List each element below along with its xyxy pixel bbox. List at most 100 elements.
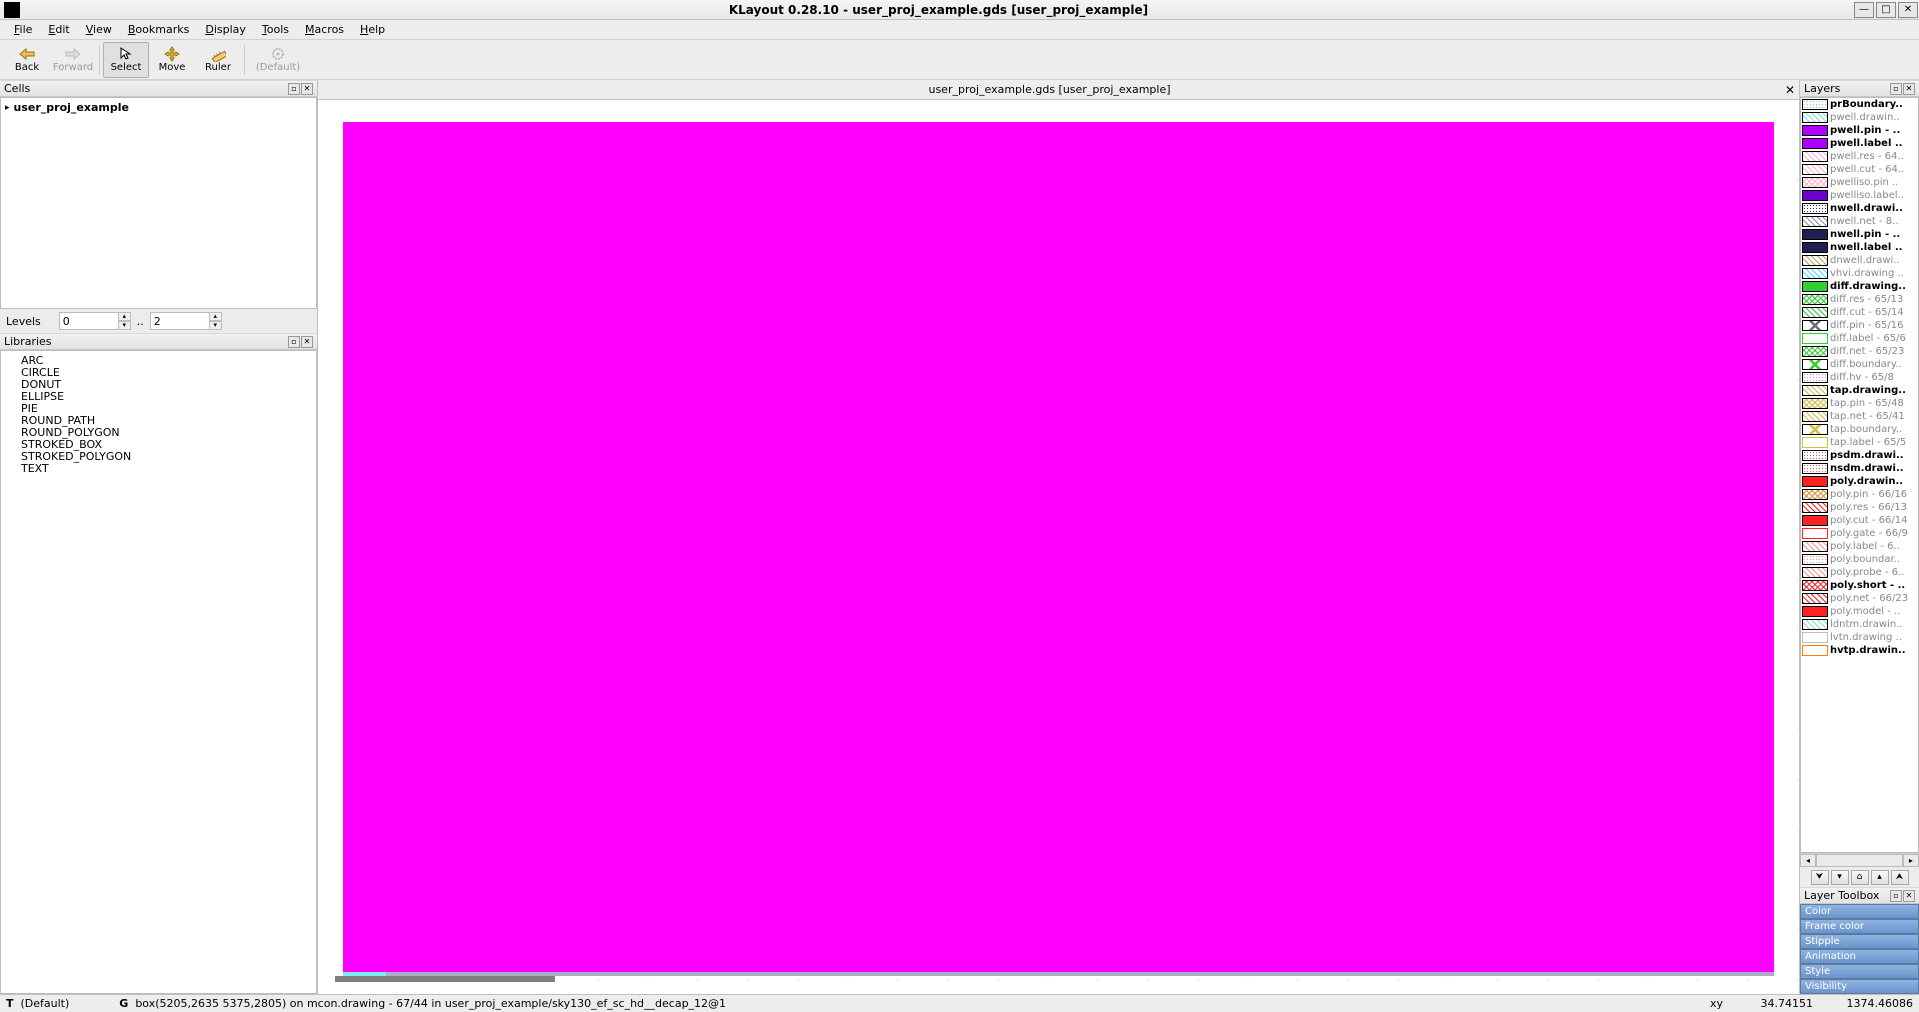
scroll-left-icon[interactable]: ◂ bbox=[1800, 854, 1816, 867]
layer-row[interactable]: nwell.label .. bbox=[1801, 241, 1918, 254]
layer-row[interactable]: pwelliso.pin .. bbox=[1801, 176, 1918, 189]
layer-row[interactable]: pwell.label .. bbox=[1801, 137, 1918, 150]
layer-row[interactable]: dnwell.drawi.. bbox=[1801, 254, 1918, 267]
nav-up-icon[interactable]: ▴ bbox=[1871, 870, 1889, 885]
toolbox-visibility-button[interactable]: Visibility bbox=[1800, 979, 1919, 994]
levels-from-spinner[interactable]: ▴▾ bbox=[59, 312, 131, 330]
select-button[interactable]: Select bbox=[103, 42, 149, 78]
menu-tools[interactable]: Tools bbox=[254, 21, 297, 38]
layer-row[interactable]: nwell.pin - .. bbox=[1801, 228, 1918, 241]
layer-row[interactable]: tap.drawing.. bbox=[1801, 384, 1918, 397]
forward-button[interactable]: Forward bbox=[50, 42, 96, 78]
layer-row[interactable]: pwell.drawin.. bbox=[1801, 111, 1918, 124]
menu-macros[interactable]: Macros bbox=[297, 21, 352, 38]
layer-row[interactable]: poly.model - .. bbox=[1801, 605, 1918, 618]
layer-row[interactable]: poly.gate - 66/9 bbox=[1801, 527, 1918, 540]
layer-row[interactable]: prBoundary.. bbox=[1801, 98, 1918, 111]
layer-row[interactable]: nwell.net - 8.. bbox=[1801, 215, 1918, 228]
back-button[interactable]: Back bbox=[4, 42, 50, 78]
spin-down-icon[interactable]: ▾ bbox=[118, 321, 131, 330]
tab-close-button[interactable]: ✕ bbox=[1781, 83, 1799, 97]
layer-row[interactable]: pwelliso.label.. bbox=[1801, 189, 1918, 202]
menu-help[interactable]: Help bbox=[352, 21, 393, 38]
layer-row[interactable]: nwell.drawi.. bbox=[1801, 202, 1918, 215]
layer-row[interactable]: diff.cut - 65/14 bbox=[1801, 306, 1918, 319]
spin-down-icon[interactable]: ▾ bbox=[209, 321, 222, 330]
levels-to-input[interactable] bbox=[150, 312, 210, 330]
layout-tab[interactable]: user_proj_example.gds [user_proj_example… bbox=[318, 81, 1781, 98]
layers-detach-button[interactable]: ▫ bbox=[1890, 83, 1902, 95]
library-item[interactable]: STROKED_POLYGON bbox=[7, 451, 310, 463]
toolbox-animation-button[interactable]: Animation bbox=[1800, 949, 1919, 964]
layer-row[interactable]: pwell.res - 64.. bbox=[1801, 150, 1918, 163]
ruler-button[interactable]: Ruler bbox=[195, 42, 241, 78]
libraries-list[interactable]: ARCCIRCLEDONUTELLIPSEPIEROUND_PATHROUND_… bbox=[0, 350, 317, 994]
layer-row[interactable]: pwell.cut - 64.. bbox=[1801, 163, 1918, 176]
layer-row[interactable]: poly.label - 6.. bbox=[1801, 540, 1918, 553]
minimize-button[interactable]: — bbox=[1854, 2, 1874, 18]
nav-home-icon[interactable]: ⌂ bbox=[1851, 870, 1869, 885]
layer-row[interactable]: diff.net - 65/23 bbox=[1801, 345, 1918, 358]
layer-row[interactable]: tap.boundary.. bbox=[1801, 423, 1918, 436]
toolbox-stipple-button[interactable]: Stipple bbox=[1800, 934, 1919, 949]
layer-row[interactable]: tap.net - 65/41 bbox=[1801, 410, 1918, 423]
layer-row[interactable]: psdm.drawi.. bbox=[1801, 449, 1918, 462]
layers-list[interactable]: prBoundary..pwell.drawin..pwell.pin - ..… bbox=[1800, 97, 1919, 853]
layer-row[interactable]: poly.drawin.. bbox=[1801, 475, 1918, 488]
layer-row[interactable]: poly.cut - 66/14 bbox=[1801, 514, 1918, 527]
move-button[interactable]: Move bbox=[149, 42, 195, 78]
layer-row[interactable]: poly.net - 66/23 bbox=[1801, 592, 1918, 605]
layer-row[interactable]: diff.boundary.. bbox=[1801, 358, 1918, 371]
toolbox-color-button[interactable]: Color bbox=[1800, 904, 1919, 919]
close-button[interactable]: ✕ bbox=[1898, 2, 1918, 18]
layer-row[interactable]: poly.boundar.. bbox=[1801, 553, 1918, 566]
layer-row[interactable]: tap.label - 65/5 bbox=[1801, 436, 1918, 449]
expand-caret-icon[interactable]: ▸ bbox=[5, 103, 10, 113]
layer-row[interactable]: ldntm.drawin.. bbox=[1801, 618, 1918, 631]
layers-close-button[interactable]: ✕ bbox=[1903, 83, 1915, 95]
layer-row[interactable]: diff.res - 65/13 bbox=[1801, 293, 1918, 306]
layer-row[interactable]: tap.pin - 65/48 bbox=[1801, 397, 1918, 410]
scroll-right-icon[interactable]: ▸ bbox=[1903, 854, 1919, 867]
layer-row[interactable]: pwell.pin - .. bbox=[1801, 124, 1918, 137]
toolbox-frame-color-button[interactable]: Frame color bbox=[1800, 919, 1919, 934]
spin-up-icon[interactable]: ▴ bbox=[209, 312, 222, 321]
menu-edit[interactable]: Edit bbox=[40, 21, 77, 38]
maximize-button[interactable]: □ bbox=[1876, 2, 1896, 18]
layout-canvas[interactable] bbox=[318, 100, 1799, 994]
menu-view[interactable]: View bbox=[78, 21, 120, 38]
layers-hscroll[interactable]: ◂ ▸ bbox=[1800, 853, 1919, 867]
library-item[interactable]: TEXT bbox=[7, 463, 310, 475]
nav-down-icon[interactable]: ▾ bbox=[1831, 870, 1849, 885]
layer-row[interactable]: poly.short - .. bbox=[1801, 579, 1918, 592]
cells-close-button[interactable]: ✕ bbox=[301, 83, 313, 95]
default-mode-button[interactable]: (Default) bbox=[248, 42, 308, 78]
libraries-close-button[interactable]: ✕ bbox=[301, 336, 313, 348]
libraries-detach-button[interactable]: ▫ bbox=[288, 336, 300, 348]
layer-row[interactable]: vhvi.drawing .. bbox=[1801, 267, 1918, 280]
nav-up-double-icon[interactable]: ⮝ bbox=[1891, 870, 1909, 885]
scroll-track[interactable] bbox=[1816, 854, 1903, 867]
library-item[interactable]: ELLIPSE bbox=[7, 391, 310, 403]
layer-row[interactable]: poly.res - 66/13 bbox=[1801, 501, 1918, 514]
toolbox-detach-button[interactable]: ▫ bbox=[1890, 890, 1902, 902]
menu-bookmarks[interactable]: Bookmarks bbox=[120, 21, 197, 38]
layer-row[interactable]: poly.probe - 6.. bbox=[1801, 566, 1918, 579]
cells-detach-button[interactable]: ▫ bbox=[288, 83, 300, 95]
layer-row[interactable]: hvtp.drawin.. bbox=[1801, 644, 1918, 657]
menu-display[interactable]: Display bbox=[197, 21, 254, 38]
layer-row[interactable]: diff.hv - 65/8 bbox=[1801, 371, 1918, 384]
toolbox-style-button[interactable]: Style bbox=[1800, 964, 1919, 979]
layer-row[interactable]: diff.drawing.. bbox=[1801, 280, 1918, 293]
levels-to-spinner[interactable]: ▴▾ bbox=[150, 312, 222, 330]
layer-row[interactable]: diff.label - 65/6 bbox=[1801, 332, 1918, 345]
scrollbar-thumb[interactable] bbox=[335, 976, 555, 982]
layer-row[interactable]: nsdm.drawi.. bbox=[1801, 462, 1918, 475]
cells-tree[interactable]: ▸ user_proj_example bbox=[0, 97, 317, 309]
cell-row-root[interactable]: ▸ user_proj_example bbox=[3, 100, 314, 115]
levels-from-input[interactable] bbox=[59, 312, 119, 330]
toolbox-close-button[interactable]: ✕ bbox=[1903, 890, 1915, 902]
menu-file[interactable]: File bbox=[6, 21, 40, 38]
nav-down-double-icon[interactable]: ⮟ bbox=[1811, 870, 1829, 885]
spin-up-icon[interactable]: ▴ bbox=[118, 312, 131, 321]
